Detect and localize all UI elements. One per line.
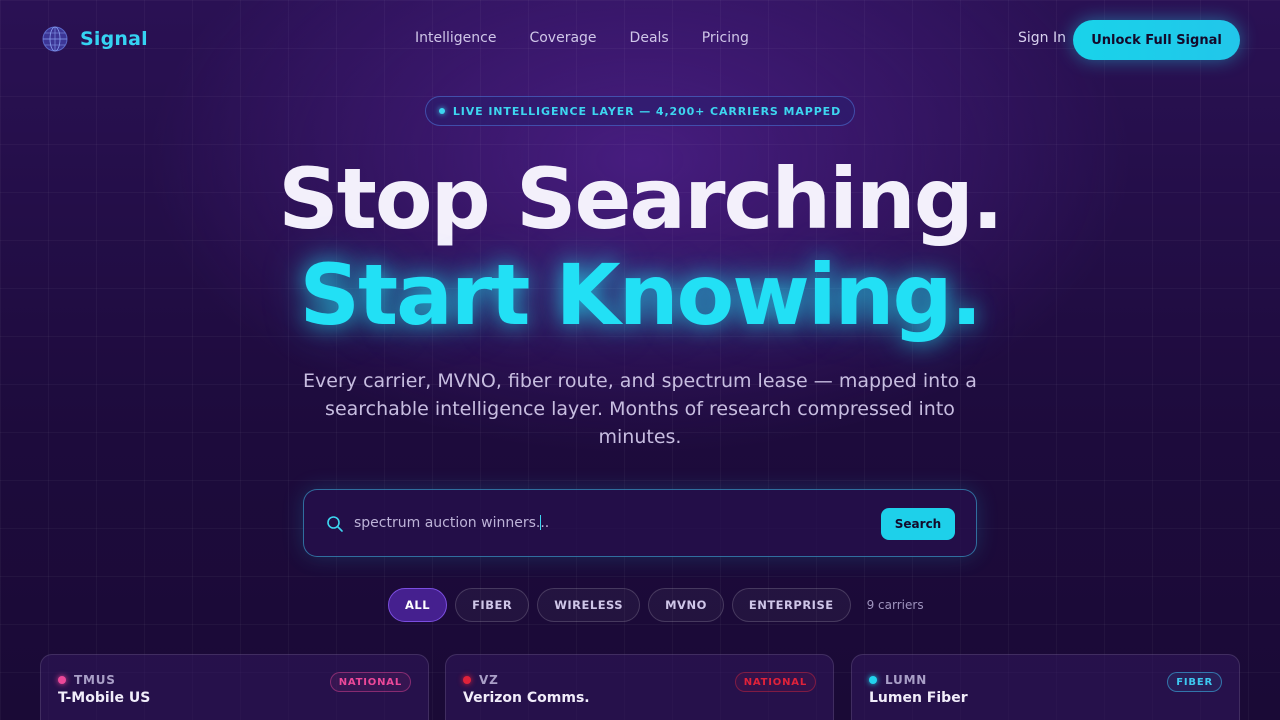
filter-chip-wireless[interactable]: WIRELESS bbox=[537, 588, 641, 622]
text-caret bbox=[540, 515, 541, 530]
status-dot-icon bbox=[58, 676, 66, 684]
carrier-card-vz[interactable]: VZ Verizon Comms. NATIONAL bbox=[445, 654, 834, 720]
ticker-row: TMUS bbox=[58, 673, 116, 687]
nav-link-deals[interactable]: Deals bbox=[630, 30, 669, 46]
brand-logo[interactable]: Signal bbox=[42, 26, 148, 52]
search-icon bbox=[326, 515, 344, 537]
live-dot-icon bbox=[438, 108, 445, 114]
carrier-card-tmus[interactable]: TMUS T-Mobile US NATIONAL bbox=[40, 654, 429, 720]
carrier-name: Lumen Fiber bbox=[869, 690, 968, 706]
carrier-tag: FIBER bbox=[1167, 672, 1222, 692]
nav-link-pricing[interactable]: Pricing bbox=[702, 30, 749, 46]
status-dot-icon bbox=[869, 676, 877, 684]
carrier-count: 9 carriers bbox=[866, 598, 924, 612]
filter-chip-fiber[interactable]: FIBER bbox=[455, 588, 530, 622]
hero-headline-line1: Stop Searching. bbox=[278, 150, 1004, 248]
live-intelligence-badge: LIVE INTELLIGENCE LAYER — 4,200+ CARRIER… bbox=[425, 96, 855, 126]
filter-chip-mvno[interactable]: MVNO bbox=[648, 588, 724, 622]
hero-subtitle: Every carrier, MVNO, fiber route, and sp… bbox=[303, 370, 977, 448]
ticker-row: LUMN bbox=[869, 673, 927, 687]
badge-text: LIVE INTELLIGENCE LAYER — 4,200+ CARRIER… bbox=[452, 104, 842, 118]
search-button[interactable]: Search bbox=[881, 508, 955, 540]
nav-links: Intelligence Coverage Deals Pricing bbox=[415, 30, 749, 46]
carrier-name: Verizon Comms. bbox=[463, 690, 590, 706]
filter-chip-enterprise[interactable]: ENTERPRISE bbox=[731, 588, 851, 622]
carrier-tag: NATIONAL bbox=[734, 672, 816, 692]
nav-link-intelligence[interactable]: Intelligence bbox=[415, 30, 496, 46]
sign-in-link[interactable]: Sign In bbox=[1018, 30, 1066, 46]
carrier-ticker: VZ bbox=[479, 673, 499, 687]
carrier-card-lumn[interactable]: LUMN Lumen Fiber FIBER bbox=[851, 654, 1240, 720]
globe-grid-icon bbox=[42, 26, 68, 52]
carrier-ticker: TMUS bbox=[74, 673, 116, 687]
status-dot-icon bbox=[463, 676, 471, 684]
carrier-tag: NATIONAL bbox=[329, 672, 411, 692]
filter-chip-all[interactable]: ALL bbox=[388, 588, 448, 622]
brand-name: Signal bbox=[80, 28, 148, 50]
top-nav: Signal Intelligence Coverage Deals Prici… bbox=[0, 0, 1280, 80]
nav-link-coverage[interactable]: Coverage bbox=[529, 30, 596, 46]
carrier-name: T-Mobile US bbox=[58, 690, 151, 706]
carrier-ticker: LUMN bbox=[885, 673, 928, 687]
search-input[interactable] bbox=[354, 510, 874, 536]
filter-chips: ALL FIBER WIRELESS MVNO ENTERPRISE 9 car… bbox=[388, 588, 924, 622]
unlock-full-signal-button[interactable]: Unlock Full Signal bbox=[1073, 20, 1240, 60]
hero-headline-line2: Start Knowing. bbox=[299, 246, 983, 344]
ticker-row: VZ bbox=[463, 673, 499, 687]
search-bar: Search bbox=[303, 489, 977, 557]
